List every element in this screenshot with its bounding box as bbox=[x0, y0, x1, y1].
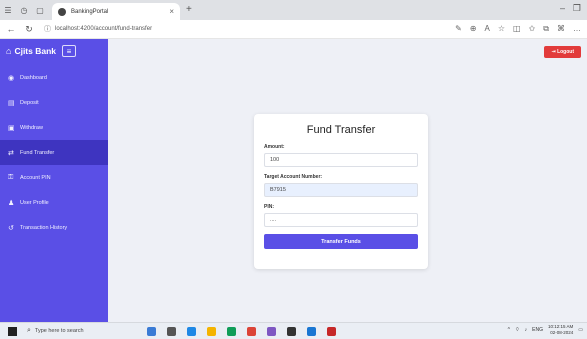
info-icon[interactable]: ⓘ bbox=[44, 24, 51, 34]
fund-transfer-card: Fund Transfer Amount: 100 Target Account… bbox=[254, 114, 428, 269]
sidebar-item-label: Withdraw bbox=[20, 124, 43, 131]
transfer-icon: ⇄ bbox=[8, 149, 14, 157]
favorite-icon[interactable]: ☆ bbox=[498, 24, 505, 34]
sidebar-item-label: Transaction History bbox=[20, 224, 68, 231]
app-icon[interactable] bbox=[147, 326, 156, 336]
amount-label: Amount: bbox=[264, 144, 285, 150]
network-icon[interactable]: ⌔ bbox=[515, 327, 520, 333]
taskbar-search[interactable]: ⌕ Type here to search bbox=[27, 327, 127, 335]
url-text: localhost:4200/account/fund-transfer bbox=[55, 26, 153, 32]
taskbar-search-placeholder: Type here to search bbox=[34, 328, 84, 334]
history-icon: ↺ bbox=[8, 224, 14, 232]
sidebar-toggle-icon[interactable]: ≡ bbox=[62, 45, 77, 57]
vscode-icon[interactable] bbox=[307, 326, 316, 336]
topbar: ⇥ Logout bbox=[108, 39, 587, 65]
clock[interactable]: 10:12:15 AM 02-08-2024 bbox=[548, 324, 573, 336]
lang-indicator[interactable]: ENG bbox=[532, 327, 543, 333]
sidebar-item-deposit[interactable]: ▤ Deposit bbox=[0, 90, 108, 115]
taskbar-apps bbox=[147, 326, 336, 336]
withdraw-icon: ▣ bbox=[8, 124, 15, 132]
taskbar: ⌕ Type here to search ^ ⌔ ♪ ENG 10:12:15… bbox=[0, 322, 587, 339]
sidebar-item-label: Deposit bbox=[20, 99, 39, 106]
sidebar-item-user-profile[interactable]: ♟ User Profile bbox=[0, 190, 108, 215]
more-icon[interactable]: … bbox=[573, 24, 581, 34]
chrome-icon[interactable] bbox=[247, 326, 256, 336]
collections-icon[interactable]: ⧉ bbox=[543, 24, 549, 34]
close-icon[interactable]: × bbox=[169, 7, 174, 16]
tray-chevron-icon[interactable]: ^ bbox=[508, 327, 510, 333]
read-aloud-icon[interactable]: A bbox=[485, 24, 490, 34]
reload-icon[interactable]: ↻ bbox=[22, 24, 36, 35]
main-content: ⇥ Logout Fund Transfer Amount: 100 Targe… bbox=[108, 39, 587, 322]
sidebar-item-label: Fund Transfer bbox=[20, 149, 55, 156]
browser-tab-title: BankingPortal bbox=[71, 8, 109, 15]
pin-label: PIN: bbox=[264, 204, 274, 210]
amount-input[interactable]: 100 bbox=[264, 153, 418, 167]
address-bar: ← ↻ ⓘ localhost:4200/account/fund-transf… bbox=[0, 20, 587, 39]
file-explorer-icon[interactable] bbox=[207, 326, 216, 336]
sidebar-item-transaction-history[interactable]: ↺ Transaction History bbox=[0, 215, 108, 240]
target-account-label: Target Account Number: bbox=[264, 174, 323, 180]
zoom-icon[interactable]: ⊕ bbox=[470, 24, 477, 34]
bank-home-icon: ⌂ bbox=[6, 46, 12, 56]
target-account-input[interactable]: B7915 bbox=[264, 183, 418, 197]
pin-input[interactable]: .... bbox=[264, 213, 418, 227]
browser-tab-strip: ☰ ◷ ▢ BankingPortal × + – ❐ bbox=[0, 0, 587, 20]
app: ⌂ Cjits Bank ≡ ◉ Dashboard ▤ Deposit ▣ W… bbox=[0, 39, 587, 322]
url-field[interactable]: ⓘ localhost:4200/account/fund-transfer bbox=[44, 24, 152, 34]
sidebar-item-fund-transfer[interactable]: ⇄ Fund Transfer bbox=[0, 140, 108, 165]
system-tray: ^ ⌔ ♪ ENG 10:12:15 AM 02-08-2024 ▭ bbox=[508, 324, 583, 336]
brand-title: Cjits Bank bbox=[14, 46, 57, 56]
sidebar-item-label: Dashboard bbox=[20, 74, 47, 81]
app-icon[interactable] bbox=[327, 326, 336, 336]
sidebar-item-withdraw[interactable]: ▣ Withdraw bbox=[0, 115, 108, 140]
sidebar: ⌂ Cjits Bank ≡ ◉ Dashboard ▤ Deposit ▣ W… bbox=[0, 39, 108, 322]
transfer-funds-button[interactable]: Transfer Funds bbox=[264, 234, 418, 249]
sidebar-item-label: Account PIN bbox=[20, 174, 51, 181]
split-screen-icon[interactable]: ◫ bbox=[513, 24, 521, 34]
task-view-icon[interactable] bbox=[167, 326, 176, 336]
minimize-icon[interactable]: – bbox=[560, 3, 565, 13]
deposit-icon: ▤ bbox=[8, 99, 15, 107]
edge-icon[interactable] bbox=[187, 326, 196, 336]
sidebar-item-label: User Profile bbox=[20, 199, 49, 206]
logout-button[interactable]: ⇥ Logout bbox=[544, 46, 581, 58]
user-icon: ♟ bbox=[8, 199, 15, 207]
clock-date: 02-08-2024 bbox=[550, 330, 574, 335]
app-icon[interactable] bbox=[267, 326, 276, 336]
key-icon: ⚿ bbox=[8, 173, 14, 181]
address-bar-icons: ✎ ⊕ A ☆ ◫ ✩ ⧉ ⌘ … bbox=[455, 24, 581, 34]
favorites-icon[interactable]: ✩ bbox=[529, 24, 536, 34]
restore-icon[interactable]: ❐ bbox=[573, 3, 581, 14]
logout-icon: ⇥ bbox=[551, 49, 556, 55]
brand: ⌂ Cjits Bank ≡ bbox=[0, 39, 108, 63]
logout-label: Logout bbox=[557, 49, 574, 55]
edit-icon[interactable]: ✎ bbox=[455, 24, 462, 34]
store-icon[interactable] bbox=[227, 326, 236, 336]
search-icon: ⌕ bbox=[27, 327, 31, 334]
back-icon[interactable]: ← bbox=[4, 24, 18, 34]
terminal-icon[interactable] bbox=[287, 326, 296, 336]
tab-actions-icon[interactable]: ▢ bbox=[32, 0, 48, 20]
new-tab-icon[interactable]: + bbox=[186, 4, 192, 15]
page-title: Fund Transfer bbox=[306, 124, 376, 136]
sidebar-nav: ◉ Dashboard ▤ Deposit ▣ Withdraw ⇄ Fund … bbox=[0, 65, 108, 240]
volume-icon[interactable]: ♪ bbox=[525, 327, 528, 333]
sidebar-item-dashboard[interactable]: ◉ Dashboard bbox=[0, 65, 108, 90]
windows-start-icon[interactable] bbox=[8, 326, 17, 336]
extensions-icon[interactable]: ⌘ bbox=[557, 24, 565, 34]
history-icon[interactable]: ◷ bbox=[16, 0, 32, 20]
menu-icon[interactable]: ☰ bbox=[0, 0, 16, 20]
sidebar-item-account-pin[interactable]: ⚿ Account PIN bbox=[0, 165, 108, 190]
notification-icon[interactable]: ▭ bbox=[578, 327, 583, 333]
favicon-icon bbox=[58, 7, 66, 16]
dashboard-icon: ◉ bbox=[8, 74, 15, 82]
browser-tab[interactable]: BankingPortal × bbox=[52, 3, 180, 20]
